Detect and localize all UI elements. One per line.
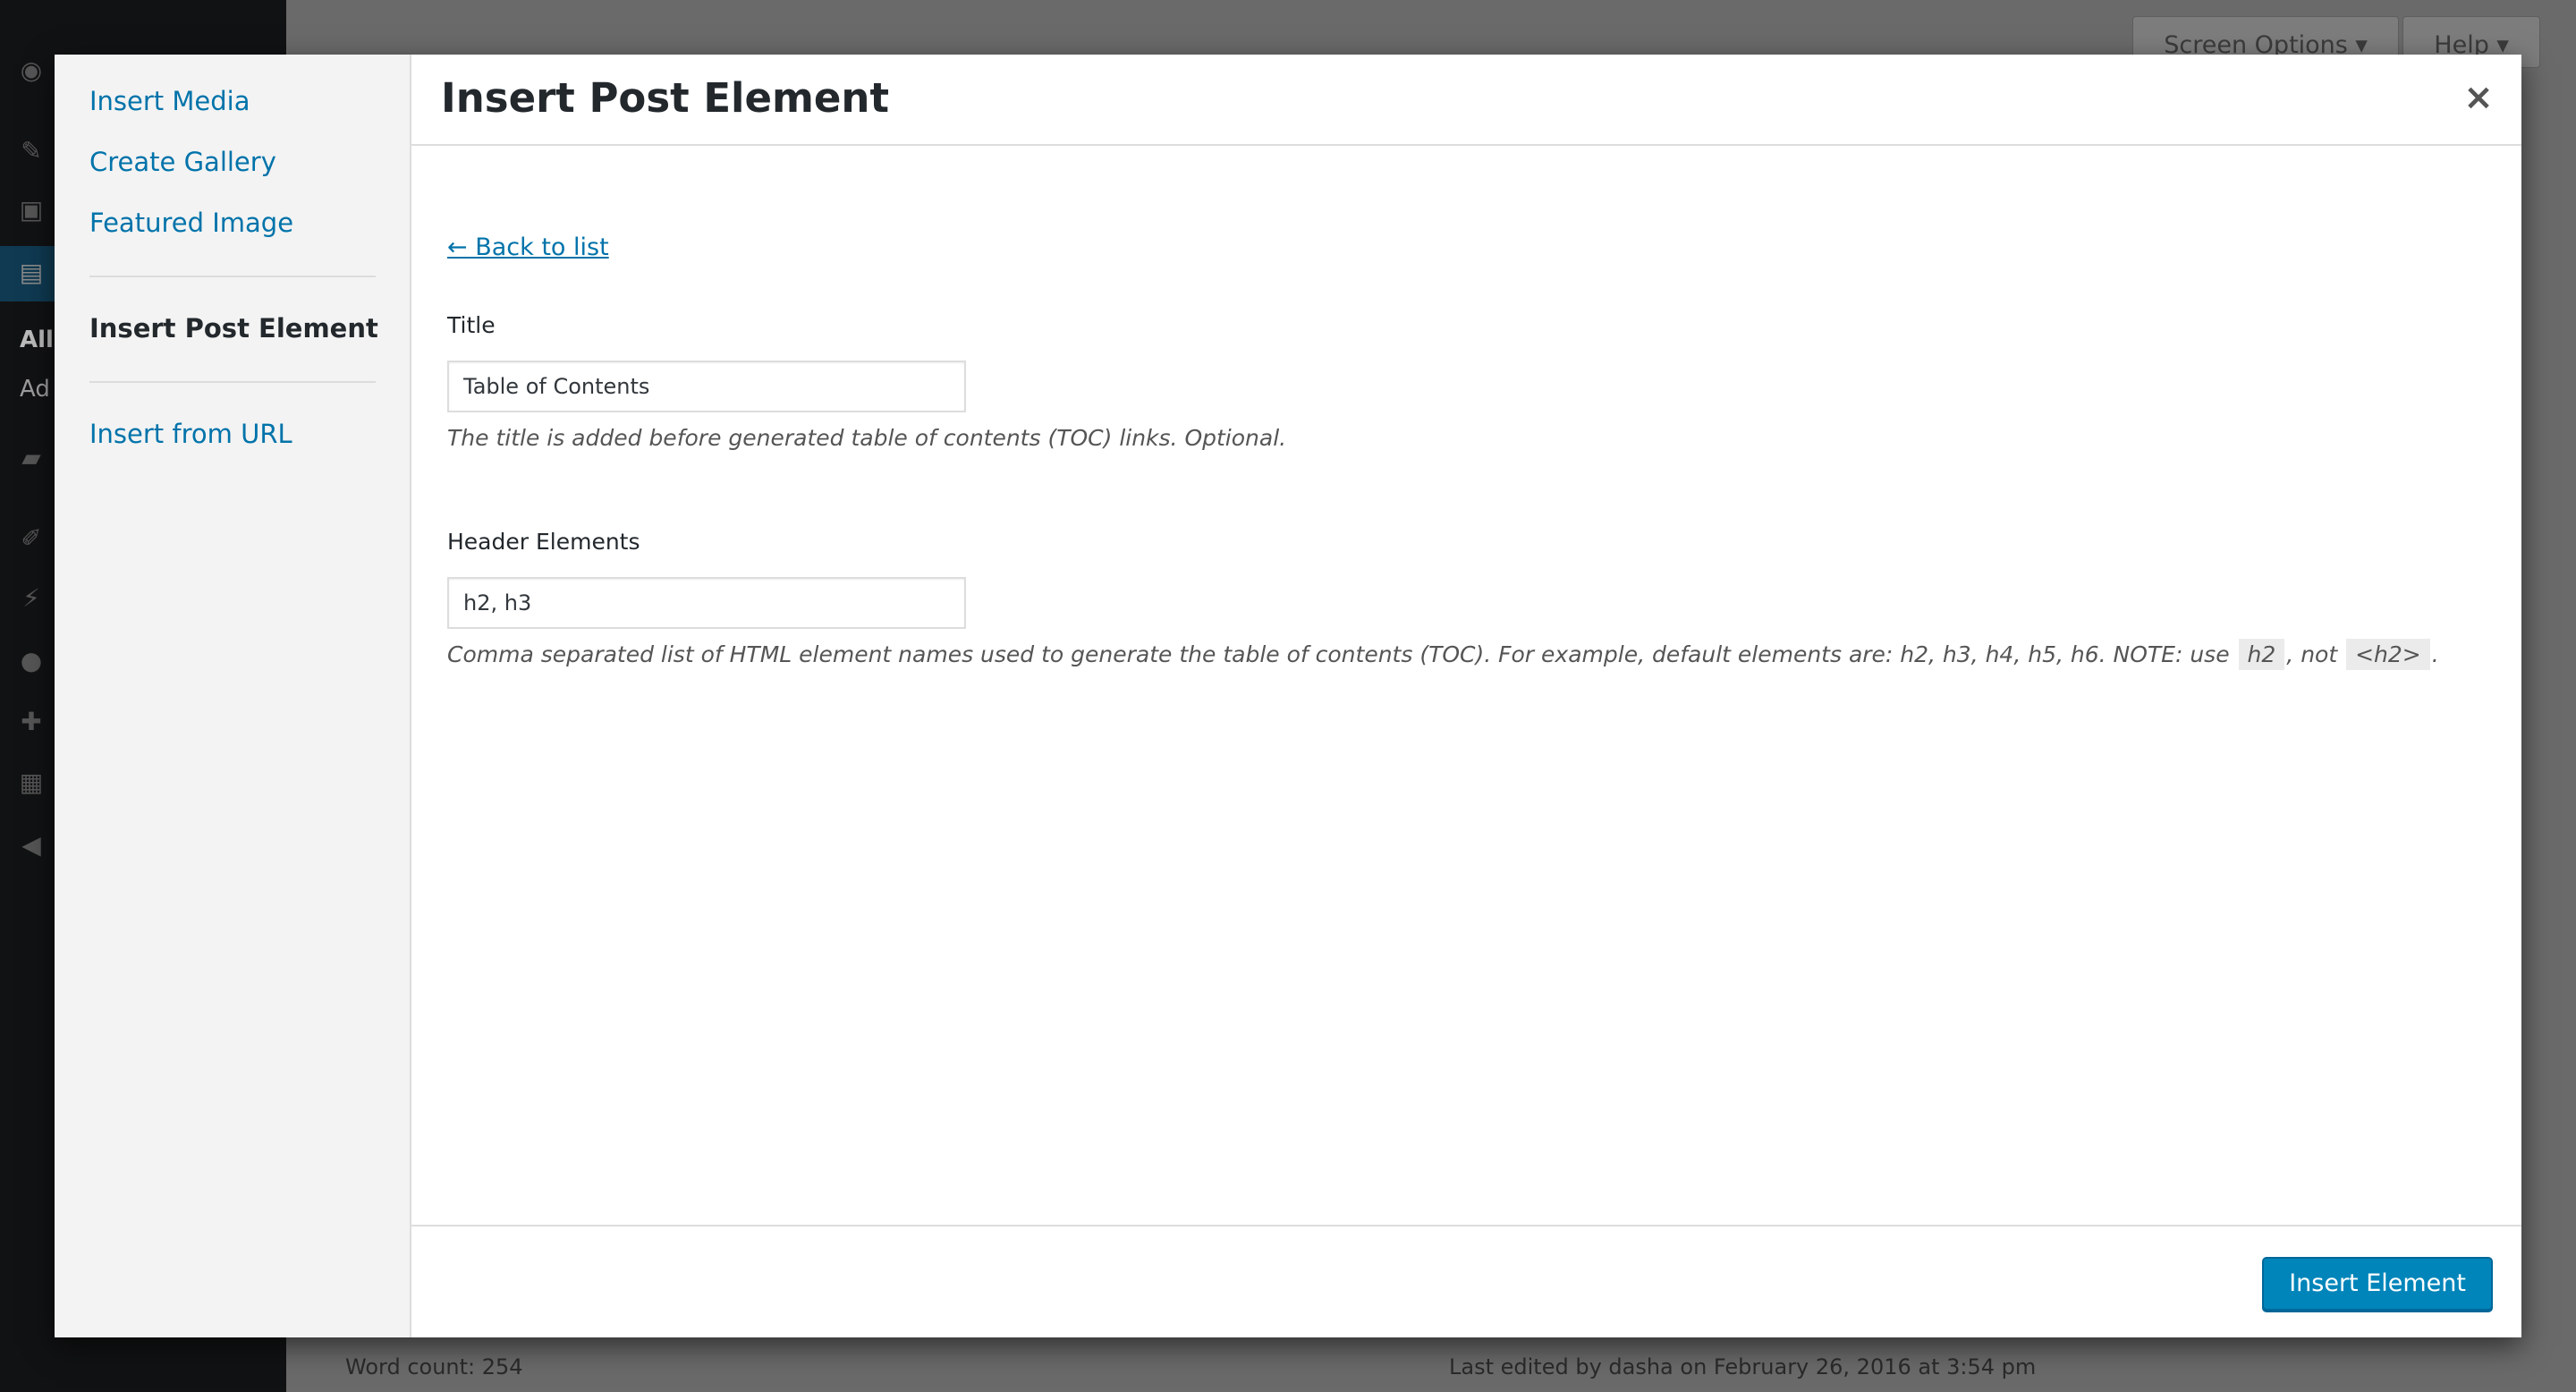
code-h2: h2 (2238, 639, 2285, 670)
appearance-icon: ✐ (21, 523, 42, 553)
word-count: Word count: 254 (345, 1354, 523, 1379)
pages-icon: ▤ (19, 258, 44, 287)
back-to-list-link[interactable]: ← Back to list (447, 233, 609, 261)
menu-item-featured-image[interactable]: Featured Image (89, 208, 293, 238)
close-icon[interactable]: × (2453, 72, 2504, 123)
menu-item-insert-from-url[interactable]: Insert from URL (89, 419, 292, 449)
media-menu: Insert Media Create Gallery Featured Ima… (55, 55, 411, 1337)
description-prefix: Comma separated list of HTML element nam… (447, 641, 2230, 667)
comments-icon: ▰ (21, 443, 41, 472)
menu-item-create-gallery[interactable]: Create Gallery (89, 147, 276, 177)
modal-content: ← Back to list Title The title is added … (411, 146, 2521, 1225)
description-suffix: . (2431, 641, 2439, 667)
admin-submenu-add: Ad (20, 376, 50, 403)
code-h2-tag: <h2> (2346, 639, 2430, 670)
tools-icon: ✚ (21, 707, 42, 736)
plugins-icon: ⚡ (22, 583, 40, 613)
users-icon: ● (20, 646, 43, 675)
dashboard-icon: ◉ (20, 55, 43, 85)
settings-icon: ▦ (19, 768, 44, 797)
modal-title-bar: Insert Post Element (411, 55, 2521, 146)
admin-submenu-all: All (20, 327, 54, 353)
header-elements-input[interactable] (447, 577, 966, 629)
title-description: The title is added before generated tabl… (447, 425, 1287, 451)
insert-element-button[interactable]: Insert Element (2262, 1257, 2493, 1311)
menu-item-insert-post-element[interactable]: Insert Post Element (89, 313, 378, 344)
media-modal: Insert Media Create Gallery Featured Ima… (55, 55, 2521, 1337)
menu-item-insert-media[interactable]: Insert Media (89, 86, 250, 116)
title-label: Title (447, 312, 496, 338)
title-input[interactable] (447, 361, 966, 412)
header-elements-description: Comma separated list of HTML element nam… (447, 639, 2439, 670)
menu-separator (89, 276, 376, 277)
modal-toolbar: Insert Element (411, 1225, 2521, 1337)
pin-icon: ✎ (21, 136, 42, 166)
modal-title: Insert Post Element (441, 74, 889, 122)
collapse-icon: ◀ (21, 830, 41, 860)
media-icon: ▣ (19, 195, 44, 225)
last-edited: Last edited by dasha on February 26, 201… (1449, 1354, 2037, 1379)
editor-footer: Word count: 254 Last edited by dasha on … (286, 1342, 2576, 1392)
menu-separator (89, 381, 376, 383)
description-middle: , not (2286, 641, 2338, 667)
header-elements-label: Header Elements (447, 529, 640, 555)
